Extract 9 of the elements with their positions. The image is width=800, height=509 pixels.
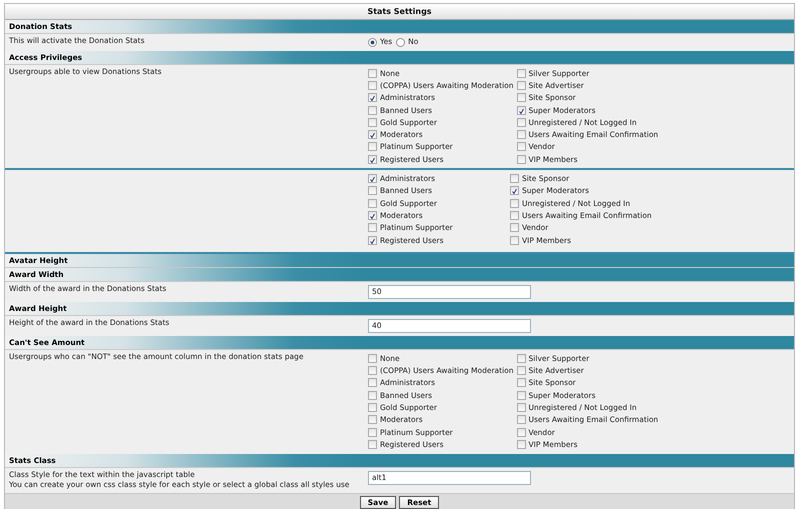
check-icon <box>518 106 525 116</box>
check-icon <box>369 175 376 184</box>
check-icon <box>369 156 376 165</box>
panel-title: Stats Settings <box>5 4 794 20</box>
check-icon <box>369 94 376 104</box>
check-icon <box>369 236 376 246</box>
check-icon <box>511 187 518 196</box>
check-icon <box>369 131 376 140</box>
check-icon <box>369 212 376 221</box>
